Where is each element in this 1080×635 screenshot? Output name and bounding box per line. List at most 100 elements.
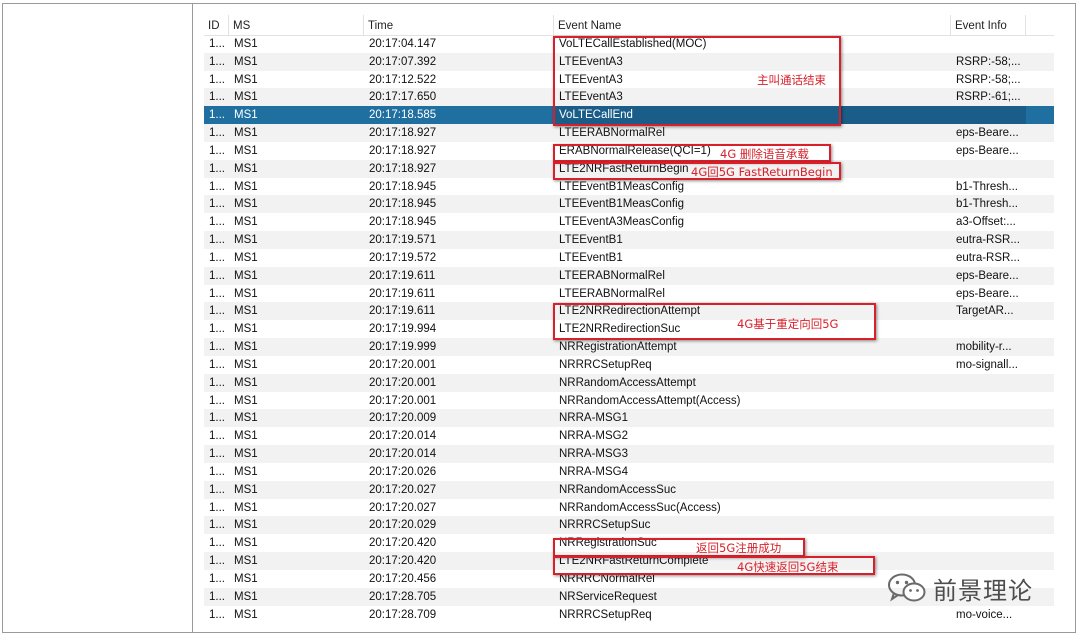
- row-time: 20:17:20.014: [369, 448, 437, 461]
- row-id: 1...: [209, 234, 225, 247]
- row-time: 20:17:20.001: [369, 376, 437, 389]
- row-ms: MS1: [234, 109, 258, 122]
- row-time: 20:17:19.572: [369, 251, 437, 264]
- row-event-info: a3-Offset:...: [956, 216, 1016, 229]
- row-event-name: NRRRCSetupReq: [559, 358, 652, 371]
- row-ms: MS1: [234, 358, 258, 371]
- table-row[interactable]: 1... MS1 20:17:19.611 LTEERABNormalRel eps-B…: [204, 285, 1054, 303]
- watermark: 前景理论: [887, 568, 1033, 608]
- row-id: 1...: [209, 251, 225, 264]
- row-event-info: RSRP:-58;...: [956, 55, 1021, 68]
- row-event-info: RSRP:-58;...: [956, 73, 1021, 86]
- row-event-info: mo-voice...: [956, 608, 1013, 621]
- row-time: 20:17:20.027: [369, 483, 437, 496]
- annotation-redirection: 4G基于重定向回5G: [737, 317, 839, 331]
- table-row[interactable]: 1... MS1 20:17:19.999 NRRegistrationAttempt…: [204, 338, 1054, 357]
- row-ms: MS1: [234, 608, 258, 621]
- row-event-info: eps-Beare...: [956, 127, 1019, 140]
- row-id: 1...: [209, 465, 225, 478]
- row-event-name: LTEEventB1MeasConfig: [559, 180, 685, 193]
- table-row[interactable]: 1... MS1 20:17:18.945 LTEEventA3MeasConfig a…: [204, 213, 1054, 231]
- table-row[interactable]: 1... MS1 20:17:20.014 NRRA-MSG3: [204, 445, 1054, 464]
- row-id: 1...: [209, 430, 225, 443]
- frame-divider: [192, 3, 193, 633]
- row-ms: MS1: [234, 537, 258, 550]
- row-event-name: NRRA-MSG4: [559, 465, 629, 478]
- table-row[interactable]: 1... MS1 20:17:19.571 LTEEventB1 eutra-RSR..…: [204, 231, 1054, 250]
- row-id: 1...: [209, 341, 225, 354]
- row-id: 1...: [209, 501, 225, 514]
- row-event-info: RSRP:-61;...: [956, 91, 1021, 104]
- row-id: 1...: [209, 198, 225, 211]
- row-event-name: NRRandomAccessSuc: [559, 483, 676, 496]
- row-ms: MS1: [234, 144, 258, 157]
- row-event-name: NRRA-MSG2: [559, 430, 629, 443]
- row-time: 20:17:18.927: [369, 162, 437, 175]
- row-event-info: [951, 392, 1026, 410]
- row-ms: MS1: [234, 38, 258, 50]
- row-event-info: eutra-RSR...: [956, 234, 1020, 247]
- table-row[interactable]: 1... MS1 20:17:18.945 LTEEventB1MeasConfig b…: [204, 195, 1054, 214]
- row-event-name: NRRandomAccessAttempt: [559, 376, 696, 389]
- row-event-info: eps-Beare...: [956, 144, 1019, 157]
- row-event-info: [951, 516, 1026, 534]
- col-header-time[interactable]: Time: [364, 15, 554, 35]
- annotation-erab-release: 4G 删除语音承载: [720, 147, 809, 161]
- table-row[interactable]: 1... MS1 20:17:20.009 NRRA-MSG1: [204, 409, 1054, 428]
- row-time: 20:17:19.611: [369, 287, 436, 300]
- row-time: 20:17:19.611: [369, 269, 436, 282]
- table-row[interactable]: 1... MS1 20:17:20.026 NRRA-MSG4: [204, 463, 1054, 481]
- table-row[interactable]: 1... MS1 20:17:28.709 NRRRCSetupReq mo-voice…: [204, 606, 1054, 624]
- row-event-info: [951, 445, 1026, 463]
- row-ms: MS1: [234, 465, 258, 478]
- row-id: 1...: [209, 376, 225, 389]
- table-row[interactable]: 1... MS1 20:17:19.611 LTEERABNormalRel eps-B…: [204, 266, 1054, 285]
- row-ms: MS1: [234, 448, 258, 461]
- row-event-info: [951, 106, 1026, 125]
- row-id: 1...: [209, 358, 225, 371]
- col-header-event-name[interactable]: Event Name: [554, 15, 951, 35]
- row-time: 20:17:20.001: [369, 394, 437, 407]
- table-row[interactable]: 1... MS1 20:17:20.001 NRRRCSetupReq mo-signa…: [204, 356, 1054, 374]
- row-event-name: NRRRCSetupSuc: [559, 519, 651, 532]
- row-event-name: NRRRCSetupReq: [559, 608, 652, 621]
- row-time: 20:17:18.945: [369, 216, 437, 229]
- row-ms: MS1: [234, 501, 258, 514]
- row-ms: MS1: [234, 376, 258, 389]
- table-row[interactable]: 1... MS1 20:17:20.001 NRRandomAccessAttempt: [204, 373, 1054, 392]
- row-time: 20:17:19.994: [369, 323, 437, 336]
- row-time: 20:17:19.611: [369, 305, 436, 318]
- row-event-info: [951, 409, 1026, 427]
- table-row[interactable]: 1... MS1 20:17:20.014 NRRA-MSG2: [204, 427, 1054, 445]
- row-ms: MS1: [234, 590, 258, 603]
- row-time: 20:17:07.392: [369, 55, 437, 68]
- table-row[interactable]: 1... MS1 20:17:20.001 NRRandomAccessAttempt…: [204, 392, 1054, 410]
- col-header-id[interactable]: ID: [204, 15, 229, 35]
- row-id: 1...: [209, 537, 225, 550]
- row-time: 20:17:20.029: [369, 519, 437, 532]
- row-id: 1...: [209, 269, 225, 282]
- row-time: 20:17:20.014: [369, 430, 437, 443]
- col-header-event-info[interactable]: Event Info: [951, 15, 1026, 35]
- row-id: 1...: [209, 394, 225, 407]
- table-row[interactable]: 1... MS1 20:17:18.945 LTEEventB1MeasConfig b…: [204, 178, 1054, 196]
- row-ms: MS1: [234, 305, 258, 318]
- row-event-info: [951, 374, 1026, 392]
- row-event-info: [951, 499, 1026, 517]
- table-row[interactable]: 1... MS1 20:17:19.572 LTEEventB1 eutra-RSR..…: [204, 249, 1054, 267]
- row-event-name: NRRandomAccessAttempt(Access): [559, 394, 741, 407]
- row-event-info: [951, 160, 1026, 178]
- table-row[interactable]: 1... MS1 20:17:20.027 NRRandomAccessSuc(Acc…: [204, 499, 1054, 517]
- row-ms: MS1: [234, 251, 258, 264]
- row-event-name: LTEERABNormalRel: [559, 269, 665, 282]
- row-time: 20:17:18.585: [369, 109, 437, 122]
- table-row[interactable]: 1... MS1 20:17:18.927 LTEERABNormalRel eps-B…: [204, 124, 1054, 143]
- row-event-name: LTEEventB1: [559, 234, 623, 247]
- row-time: 20:17:20.001: [369, 358, 437, 371]
- row-event-info: [951, 427, 1026, 445]
- table-row[interactable]: 1... MS1 20:17:20.029 NRRRCSetupSuc: [204, 516, 1054, 535]
- row-ms: MS1: [234, 555, 258, 568]
- table-row[interactable]: 1... MS1 20:17:20.027 NRRandomAccessSuc: [204, 480, 1054, 499]
- row-ms: MS1: [234, 412, 258, 425]
- col-header-ms[interactable]: MS: [229, 15, 364, 35]
